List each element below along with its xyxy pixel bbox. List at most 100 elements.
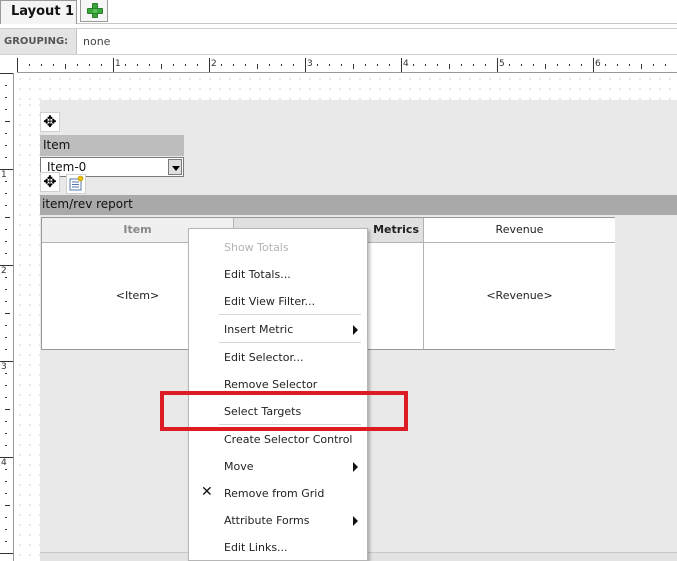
ruler-tick bbox=[0, 73, 13, 74]
ruler-tick bbox=[149, 64, 150, 66]
menu-item-show-totals: Show Totals bbox=[224, 241, 289, 254]
ruler-corner bbox=[0, 58, 17, 73]
ruler-tick bbox=[653, 64, 654, 66]
ruler-tick bbox=[377, 64, 378, 66]
menu-item-edit-selector[interactable]: Edit Selector... bbox=[189, 347, 367, 369]
menu-item-move[interactable]: Move bbox=[189, 456, 367, 478]
ruler-tick bbox=[113, 58, 114, 72]
move-handle-icon[interactable]: ✥ bbox=[40, 112, 60, 132]
ruler-tick bbox=[5, 217, 10, 218]
item-selector-dropdown[interactable]: Item-0 bbox=[40, 157, 184, 177]
ruler-number: 3 bbox=[307, 59, 313, 69]
ruler-tick bbox=[5, 229, 7, 230]
grid-properties-icon[interactable] bbox=[66, 174, 86, 194]
layout-tab-bar: Layout 1 bbox=[0, 0, 677, 24]
ruler-tick bbox=[89, 64, 90, 66]
add-layout-button[interactable] bbox=[80, 0, 108, 22]
grouping-bar: GROUPING: none bbox=[0, 28, 677, 55]
ruler-tick bbox=[557, 64, 558, 66]
ruler-tick bbox=[125, 64, 126, 66]
ruler-tick bbox=[5, 517, 7, 518]
grid-cell-revenue[interactable]: <Revenue> bbox=[424, 243, 615, 349]
ruler-tick bbox=[509, 64, 510, 66]
ruler-tick bbox=[593, 58, 594, 72]
menu-item-edit-view-filter[interactable]: Edit View Filter... bbox=[189, 291, 367, 313]
ruler-tick bbox=[269, 64, 270, 66]
ruler-tick bbox=[209, 58, 210, 72]
ruler-tick bbox=[461, 64, 462, 66]
ruler-tick bbox=[77, 64, 78, 66]
ruler-number: 4 bbox=[1, 458, 7, 468]
ruler-tick bbox=[437, 64, 438, 66]
horizontal-ruler: 1 2 3 4 5 6 bbox=[17, 58, 677, 73]
grid-header-revenue[interactable]: Revenue bbox=[424, 218, 615, 243]
ruler-tick bbox=[53, 64, 54, 66]
grid-move-handle-icon[interactable]: ✥ bbox=[40, 172, 60, 192]
ruler-tick bbox=[137, 64, 138, 66]
ruler-tick bbox=[317, 64, 318, 66]
ruler-tick bbox=[401, 58, 402, 72]
ruler-tick bbox=[545, 64, 546, 69]
highlight-annotation-box bbox=[160, 391, 408, 431]
ruler-tick bbox=[413, 64, 414, 66]
ruler-tick bbox=[221, 64, 222, 66]
ruler-tick bbox=[521, 64, 522, 66]
ruler-tick bbox=[5, 253, 7, 254]
menu-item-insert-metric[interactable]: Insert Metric bbox=[189, 319, 367, 341]
menu-item-remove-from-grid[interactable]: ✕ Remove from Grid bbox=[189, 483, 367, 505]
ruler-number: 6 bbox=[595, 59, 601, 69]
ruler-tick bbox=[5, 241, 7, 242]
ruler-tick bbox=[5, 133, 7, 134]
ruler-tick bbox=[5, 541, 7, 542]
ruler-tick bbox=[449, 64, 450, 69]
ruler-tick bbox=[5, 469, 7, 470]
ruler-tick bbox=[5, 85, 7, 86]
ruler-tick bbox=[329, 64, 330, 66]
grid-title[interactable]: item/rev report bbox=[40, 195, 677, 215]
ruler-tick bbox=[29, 64, 30, 66]
ruler-tick bbox=[65, 64, 66, 69]
ruler-tick bbox=[5, 205, 7, 206]
ruler-tick bbox=[581, 64, 582, 66]
ruler-number: 2 bbox=[1, 266, 7, 276]
tab-layout-1[interactable]: Layout 1 bbox=[0, 0, 77, 24]
ruler-tick bbox=[5, 529, 7, 530]
menu-separator bbox=[219, 314, 361, 315]
ruler-tick bbox=[485, 64, 486, 66]
ruler-tick bbox=[101, 64, 102, 66]
ruler-tick bbox=[5, 145, 7, 146]
ruler-tick bbox=[5, 493, 7, 494]
grouping-value[interactable]: none bbox=[83, 35, 110, 48]
ruler-tick bbox=[257, 64, 258, 69]
menu-item-attribute-forms[interactable]: Attribute Forms bbox=[189, 510, 367, 532]
submenu-arrow-icon bbox=[353, 516, 358, 526]
ruler-tick bbox=[173, 64, 174, 66]
ruler-tick bbox=[41, 64, 42, 66]
ruler-number: 5 bbox=[499, 59, 505, 69]
menu-item-edit-totals[interactable]: Edit Totals... bbox=[189, 264, 367, 286]
chevron-down-icon[interactable] bbox=[168, 159, 182, 175]
ruler-tick bbox=[629, 64, 630, 66]
ruler-tick bbox=[5, 505, 10, 506]
ruler-tick bbox=[5, 109, 7, 110]
vertical-ruler: 1 2 3 4 bbox=[0, 73, 14, 561]
ruler-tick bbox=[293, 64, 294, 66]
item-selector-header: Item bbox=[40, 135, 184, 156]
menu-item-edit-links[interactable]: Edit Links... bbox=[189, 537, 367, 559]
ruler-tick bbox=[0, 553, 13, 554]
ruler-tick bbox=[425, 64, 426, 66]
ruler-tick bbox=[341, 64, 342, 66]
ruler-tick bbox=[5, 193, 7, 194]
menu-separator bbox=[219, 342, 361, 343]
menu-item-create-selector-control[interactable]: Create Selector Control bbox=[189, 429, 367, 451]
ruler-tick bbox=[641, 64, 642, 69]
ruler-tick bbox=[533, 64, 534, 66]
ruler-tick bbox=[17, 58, 18, 72]
submenu-arrow-icon bbox=[353, 325, 358, 335]
x-icon: ✕ bbox=[201, 484, 213, 500]
ruler-tick bbox=[569, 64, 570, 66]
ruler-tick bbox=[305, 58, 306, 72]
ruler-tick bbox=[5, 385, 7, 386]
ruler-tick bbox=[665, 64, 666, 66]
ruler-number: 4 bbox=[403, 59, 409, 69]
